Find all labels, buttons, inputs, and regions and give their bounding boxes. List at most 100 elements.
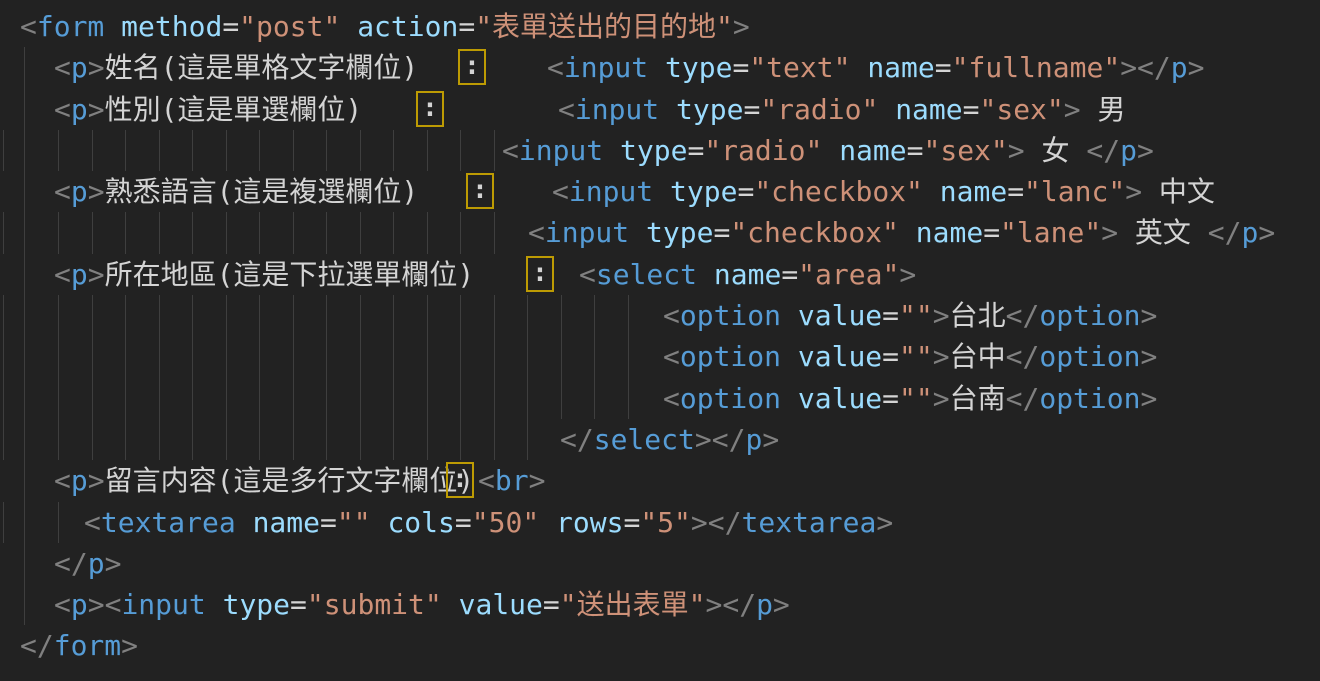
indent-guide — [360, 212, 361, 253]
code-line[interactable]: <textarea name="" cols="50" rows="5"></t… — [0, 502, 1320, 543]
token-bracket: </ — [1006, 382, 1040, 415]
token-bracket: < — [54, 51, 71, 84]
indent-guide — [259, 295, 260, 336]
token-equals: = — [687, 134, 704, 167]
code-segment: <p>留言内容(這是多行文字欄位) — [54, 460, 474, 501]
indent-guide — [494, 212, 495, 253]
code-segment: <input type="checkbox" name="lane"> 英文 <… — [528, 212, 1275, 253]
code-line[interactable]: <p>留言内容(這是多行文字欄位):<br> — [0, 460, 1320, 501]
token-equals: = — [882, 340, 899, 373]
token-attr-name: type — [670, 175, 737, 208]
indent-guide — [460, 378, 461, 419]
token-tag-name: textarea — [742, 506, 877, 539]
token-text: 男 — [1081, 93, 1126, 126]
token-tag-name: p — [1242, 216, 1259, 249]
token-equals: = — [737, 175, 754, 208]
token-string: "50" — [472, 506, 539, 539]
indent-guide — [125, 130, 126, 171]
code-line[interactable]: <option value="">台南</option> — [0, 378, 1320, 419]
code-line[interactable]: <input type="radio" name="sex"> 女 </p> — [0, 130, 1320, 171]
indent-guide — [594, 378, 595, 419]
indent-guide — [58, 419, 59, 460]
indent-guide — [360, 378, 361, 419]
token-string: "post" — [239, 10, 340, 43]
code-line[interactable]: <input type="checkbox" name="lane"> 英文 <… — [0, 212, 1320, 253]
token-text — [206, 588, 223, 621]
indent-guide — [594, 295, 595, 336]
token-equals: = — [983, 216, 1000, 249]
token-bracket: </ — [1208, 216, 1242, 249]
token-attr-name: name — [867, 51, 934, 84]
code-segment: <option value="">台南</option> — [663, 378, 1157, 419]
code-segment: <input type="checkbox" name="lanc"> 中文 — [552, 171, 1215, 212]
token-bracket: </ — [20, 629, 54, 662]
token-tag-name: input — [564, 51, 648, 84]
indent-guide — [326, 378, 327, 419]
code-line[interactable]: <p>所在地區(這是下拉選單欄位):<select name="area"> — [0, 254, 1320, 295]
token-equals: = — [882, 299, 899, 332]
code-line[interactable]: <p>姓名(這是單格文字欄位):<input type="text" name=… — [0, 47, 1320, 88]
token-bracket: < — [54, 175, 71, 208]
code-line[interactable]: </form> — [0, 625, 1320, 666]
indent-guide — [3, 336, 4, 377]
indent-guide — [24, 47, 25, 88]
indent-guide — [92, 130, 93, 171]
token-tag-name: input — [575, 93, 659, 126]
code-segment: <option value="">台中</option> — [663, 336, 1157, 377]
indent-guide — [58, 295, 59, 336]
code-segment: <br> — [478, 460, 545, 501]
token-text — [442, 588, 459, 621]
indent-guide — [460, 336, 461, 377]
code-line[interactable]: <option value="">台中</option> — [0, 336, 1320, 377]
token-string: "" — [899, 299, 933, 332]
code-line[interactable]: <p><input type="submit" value="送出表單"></p… — [0, 584, 1320, 625]
indent-guide — [58, 130, 59, 171]
unicode-highlight-box: : — [466, 173, 494, 209]
token-attr-name: type — [646, 216, 713, 249]
indent-guide — [293, 212, 294, 253]
code-segment: <textarea name="" cols="50" rows="5"></t… — [84, 502, 893, 543]
indent-guide — [628, 336, 629, 377]
indent-guide — [259, 336, 260, 377]
indent-guide — [326, 419, 327, 460]
token-text — [236, 506, 253, 539]
indent-guide — [159, 295, 160, 336]
token-equals: = — [1007, 175, 1024, 208]
token-text: 台北 — [950, 299, 1006, 332]
code-line[interactable]: <form method="post" action="表單送出的目的地"> — [0, 6, 1320, 47]
token-bracket: < — [663, 299, 680, 332]
code-line[interactable]: <option value="">台北</option> — [0, 295, 1320, 336]
indent-guide — [594, 336, 595, 377]
indent-guide — [494, 419, 495, 460]
indent-guide — [561, 295, 562, 336]
token-bracket: < — [547, 51, 564, 84]
token-string: "radio" — [704, 134, 822, 167]
token-string: "送出表單" — [560, 588, 706, 621]
token-bracket: > — [1064, 93, 1081, 126]
indent-guide — [360, 336, 361, 377]
indent-guide — [92, 419, 93, 460]
code-editor[interactable]: <form method="post" action="表單送出的目的地"><p… — [0, 0, 1320, 681]
unicode-highlight-box: : — [458, 49, 486, 85]
indent-guide — [494, 295, 495, 336]
indent-guide — [159, 378, 160, 419]
token-equals: = — [222, 10, 239, 43]
token-tag-name: textarea — [101, 506, 236, 539]
indent-guide — [360, 419, 361, 460]
code-line[interactable]: </select></p> — [0, 419, 1320, 460]
indent-guide — [628, 295, 629, 336]
indent-guide — [58, 378, 59, 419]
indent-guide — [24, 295, 25, 336]
token-attr-name: value — [459, 588, 543, 621]
code-line[interactable]: <p>性別(這是單選欄位):<input type="radio" name="… — [0, 89, 1320, 130]
token-bracket: < — [552, 175, 569, 208]
indent-guide — [460, 130, 461, 171]
code-line[interactable]: </p> — [0, 543, 1320, 584]
code-line[interactable]: <p>熟悉語言(這是複選欄位):<input type="checkbox" n… — [0, 171, 1320, 212]
token-bracket: > — [121, 629, 138, 662]
indent-guide — [58, 212, 59, 253]
indent-guide — [326, 336, 327, 377]
indent-guide — [24, 584, 25, 625]
token-attr-name: type — [620, 134, 687, 167]
indent-guide — [393, 295, 394, 336]
